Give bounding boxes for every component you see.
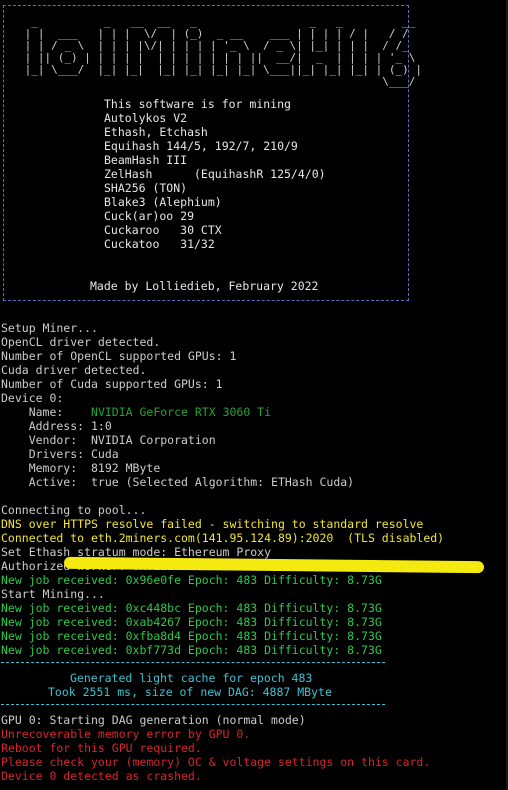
banner-line: Autolykos V2	[104, 111, 188, 125]
banner-line: ZelHash (EquihashR 125/4/0)	[104, 167, 326, 181]
job-line: New job received: 0x96e0fe Epoch: 483 Di…	[1, 573, 382, 587]
banner-line: Ethash, Etchash	[104, 125, 208, 139]
job-line: New job received: 0xfba8d4 Epoch: 483 Di…	[1, 629, 382, 643]
banner-line: This software is for mining	[104, 97, 291, 111]
terminal-window[interactable]: { "banner": { "logo_text": "lolMiner", "…	[0, 0, 508, 790]
banner-line: BeamHash III	[104, 153, 188, 167]
log-line: Setup Miner...	[1, 321, 98, 335]
banner-line: SHA256 (TON)	[104, 181, 188, 195]
dag-size-line: Took 2551 ms, size of new DAG: 4887 MByt…	[48, 685, 332, 699]
log-line: Connecting to pool...	[1, 503, 147, 517]
log-line: Address: 1:0	[1, 419, 112, 433]
log-line: Number of Cuda supported GPUs: 1	[1, 377, 223, 391]
banner-line: Blake3 (Alephium)	[104, 195, 222, 209]
device-name-label: Name:	[1, 405, 92, 419]
log-line: Start Mining...	[1, 587, 105, 601]
banner-line: Cuckaroo 30 CTX	[104, 223, 222, 237]
separator	[1, 704, 385, 705]
error-line: Device 0 detected as crashed.	[1, 769, 202, 783]
connected-line: Connected to eth.2miners.com(141.95.124.…	[1, 531, 445, 545]
error-line: Unrecoverable memory error by GPU 0.	[1, 727, 251, 741]
error-line: Please check your (memory) OC & voltage …	[1, 755, 431, 769]
log-line: OpenCL driver detected.	[1, 335, 161, 349]
log-line: Device 0:	[1, 391, 64, 405]
banner-line: Cuck(ar)oo 29	[104, 209, 195, 223]
log-line: Number of OpenCL supported GPUs: 1	[1, 349, 237, 363]
log-line: Drivers: Cuda	[1, 447, 119, 461]
separator	[1, 662, 385, 663]
log-line: Vendor: NVIDIA Corporation	[1, 433, 216, 447]
banner-credit: Made by Lolliedieb, February 2022	[90, 279, 319, 293]
device-name-line: Name: NVIDIA GeForce RTX 3060 Ti	[1, 405, 271, 419]
job-line: New job received: 0xc448bc Epoch: 483 Di…	[1, 601, 382, 615]
log-line: Cuda driver detected.	[1, 363, 147, 377]
job-line: New job received: 0xab4267 Epoch: 483 Di…	[1, 615, 382, 629]
error-line: Reboot for this GPU required.	[1, 741, 202, 755]
banner-line: Equihash 144/5, 192/7, 210/9	[104, 139, 298, 153]
banner-line: Cuckatoo 31/32	[104, 237, 215, 251]
job-line: New job received: 0xbf773d Epoch: 483 Di…	[1, 643, 382, 657]
log-line: Memory: 8192 MByte	[1, 461, 161, 475]
device-name-value: NVIDIA GeForce RTX 3060 Ti	[91, 405, 272, 419]
log-line: GPU 0: Starting DAG generation (normal m…	[1, 713, 306, 727]
dag-cache-line: Generated light cache for epoch 483	[70, 671, 313, 685]
dns-warning-line: DNS over HTTPS resolve failed - switchin…	[1, 517, 424, 531]
lolminer-logo: _ _ __ __ _ _ _ __ | | ___ | | | \/ | (_…	[18, 15, 422, 88]
log-line: Active: true (Selected Algorithm: ETHash…	[1, 475, 355, 489]
